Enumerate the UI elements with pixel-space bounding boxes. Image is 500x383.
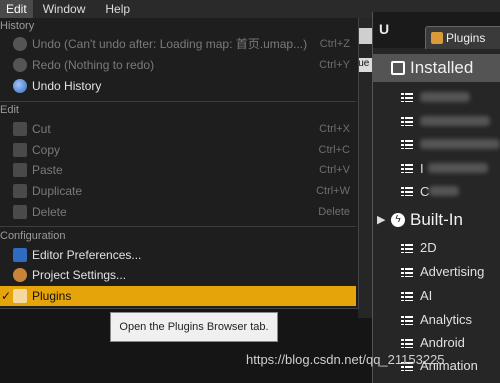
menu-edit[interactable]: Edit — [0, 0, 33, 18]
cut-label: Cut — [32, 122, 51, 136]
list-item-label: Android — [420, 335, 465, 350]
redo-icon — [13, 58, 27, 72]
list-icon — [401, 187, 413, 196]
list-icon — [401, 268, 413, 277]
bolt-icon: ϟ — [391, 213, 405, 227]
list-icon — [401, 316, 413, 325]
divider — [0, 101, 356, 102]
list-icon — [401, 117, 413, 126]
list-icon — [401, 339, 413, 348]
menu-window[interactable]: Window — [33, 0, 96, 18]
duplicate-shortcut: Ctrl+W — [316, 185, 350, 197]
tab-strip: U Plugins — [373, 12, 500, 49]
undo-label: Undo (Can't undo after: Loading map: 首页.… — [32, 37, 308, 51]
unreal-logo-icon: U — [379, 21, 390, 37]
preferences-icon — [13, 248, 27, 262]
list-icon — [401, 244, 413, 253]
copy-menu-item[interactable]: Copy Ctrl+C — [0, 140, 356, 160]
list-item-label: I — [420, 157, 488, 180]
category-built-in-label: Built-In — [410, 210, 463, 229]
delete-label: Delete — [32, 205, 67, 219]
redo-shortcut: Ctrl+Y — [319, 59, 350, 71]
paste-shortcut: Ctrl+V — [319, 164, 350, 176]
list-icon — [401, 292, 413, 301]
copy-shortcut: Ctrl+C — [318, 144, 350, 156]
list-icon — [401, 164, 413, 173]
list-icon — [401, 93, 413, 102]
list-item-label — [420, 133, 500, 156]
category-built-in[interactable]: ▶ ϟ Built-In — [373, 206, 500, 234]
undo-history-menu-item[interactable]: Undo History — [0, 76, 356, 96]
redo-menu-item[interactable]: Redo (Nothing to redo) Ctrl+Y — [0, 55, 356, 75]
redo-label: Redo (Nothing to redo) — [32, 58, 155, 72]
section-edit-title: Edit — [0, 104, 19, 116]
copy-label: Copy — [32, 143, 61, 157]
tab-plugins-label: Plugins — [446, 31, 486, 45]
delete-shortcut: Delete — [318, 206, 350, 218]
delete-menu-item[interactable]: Delete Delete — [0, 202, 356, 222]
editor-preferences-label: Editor Preferences... — [32, 248, 142, 262]
edit-menu-dropdown: History Undo (Can't undo after: Loading … — [0, 18, 359, 309]
watermark: https://blog.csdn.net/qq_21153225 — [246, 352, 445, 367]
paste-label: Paste — [32, 163, 63, 177]
undo-icon — [13, 37, 27, 51]
scissors-icon — [13, 122, 27, 136]
editor-preferences-menu-item[interactable]: Editor Preferences... — [0, 245, 356, 265]
checkmark-icon: ✓ — [1, 289, 12, 303]
plug-icon — [13, 289, 27, 303]
duplicate-label: Duplicate — [32, 184, 83, 198]
list-item-label: C — [420, 180, 460, 203]
list-item-label — [420, 86, 470, 109]
plug-icon — [431, 32, 443, 44]
gear-icon — [13, 268, 27, 282]
project-settings-menu-item[interactable]: Project Settings... — [0, 265, 356, 285]
list-item-label — [420, 110, 490, 133]
list-item-label: 2D — [420, 240, 437, 255]
plugins-panel: U Plugins Installed I C ▶ ϟ Built-In 2D — [372, 12, 500, 383]
undo-history-label: Undo History — [32, 79, 102, 93]
menu-help[interactable]: Help — [95, 0, 140, 18]
delete-icon — [13, 205, 27, 219]
list-item-label: Advertising — [420, 264, 485, 279]
plugins-menu-item[interactable]: ✓ Plugins — [0, 286, 356, 306]
undo-history-icon — [13, 79, 27, 93]
divider — [0, 226, 356, 227]
section-configuration-title: Configuration — [0, 230, 66, 242]
duplicate-menu-item[interactable]: Duplicate Ctrl+W — [0, 181, 356, 201]
paste-menu-item[interactable]: Paste Ctrl+V — [0, 160, 356, 180]
cut-shortcut: Ctrl+X — [319, 123, 350, 135]
paste-icon — [13, 163, 27, 177]
duplicate-icon — [13, 184, 27, 198]
tab-plugins[interactable]: Plugins — [425, 26, 500, 49]
list-item-label: AI — [420, 288, 433, 303]
cut-menu-item[interactable]: Cut Ctrl+X — [0, 119, 356, 139]
plugins-tooltip: Open the Plugins Browser tab. — [110, 312, 278, 342]
category-installed[interactable]: Installed — [373, 54, 500, 82]
plugins-label: Plugins — [32, 289, 72, 303]
undo-menu-item[interactable]: Undo (Can't undo after: Loading map: 首页.… — [0, 34, 356, 54]
section-history-title: History — [0, 20, 35, 32]
list-icon — [401, 140, 413, 149]
copy-icon — [13, 143, 27, 157]
project-settings-label: Project Settings... — [32, 268, 127, 282]
undo-shortcut: Ctrl+Z — [319, 38, 350, 50]
list-item-label: Analytics — [420, 312, 473, 327]
expand-arrow-icon: ▶ — [377, 214, 386, 226]
category-installed-label: Installed — [410, 58, 474, 77]
installed-icon — [391, 61, 405, 75]
